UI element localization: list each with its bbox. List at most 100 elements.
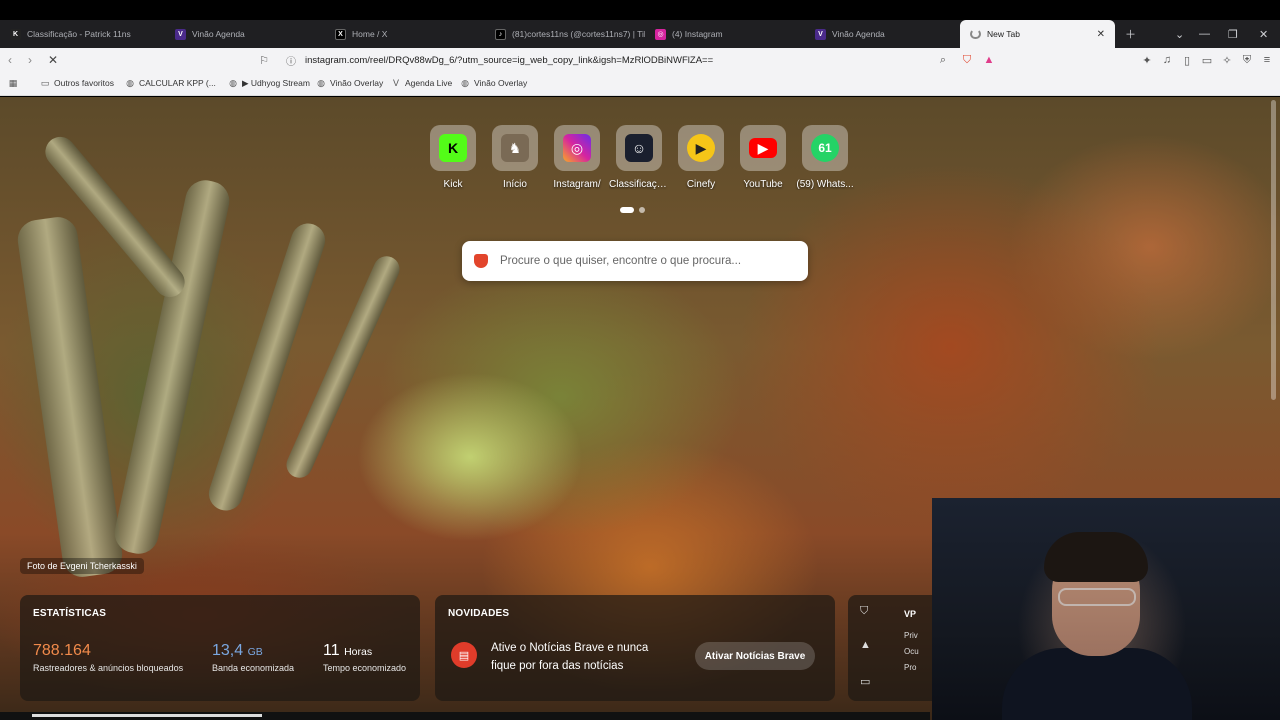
- top-site-cinefy[interactable]: ▶ Cinefy: [678, 125, 724, 190]
- sidebar-icon[interactable]: ▯: [1180, 53, 1194, 67]
- bookmark-icon[interactable]: ⚐: [257, 53, 271, 67]
- talk-icon[interactable]: ▭: [860, 675, 870, 688]
- screen-top-border: [0, 0, 1280, 20]
- bandwidth-value: 13,4: [212, 642, 244, 659]
- tab-strip: K Classificação - Patrick 11ns V Vinão A…: [0, 20, 1280, 48]
- globe-icon: ◍: [461, 77, 469, 88]
- stop-icon[interactable]: ✕: [48, 53, 58, 67]
- stat-bandwidth: 13,4 GB Banda economizada: [212, 642, 294, 673]
- top-site-whatsapp[interactable]: 61 (59) Whats...: [796, 125, 854, 190]
- bookmark-label: ▶ Udhyog Stream: [242, 78, 310, 88]
- tab-tiktok[interactable]: ♪ (81)cortes11ns (@cortes11ns7) | Tik: [485, 20, 645, 48]
- tab-title: Vinão Agenda: [192, 29, 245, 39]
- tiktok-icon: ♪: [495, 28, 506, 40]
- news-card: NOVIDADES ▤ Ative o Notícias Brave e nun…: [435, 595, 835, 701]
- bookmark-label: CALCULAR KPP (...: [139, 78, 216, 88]
- vpn-item: Pro: [904, 663, 917, 672]
- bookmark-calcular-kpp[interactable]: ◍ CALCULAR KPP (...: [125, 77, 216, 89]
- news-text: Ative o Notícias Brave e nunca fique por…: [491, 642, 649, 672]
- pager-dot[interactable]: [639, 207, 645, 213]
- top-site-label: Cinefy: [686, 179, 716, 190]
- vpn-label: VP: [904, 609, 917, 619]
- bookmark-label: Vinão Overlay: [474, 78, 528, 88]
- top-site-label: Instagram/: [553, 179, 601, 190]
- bookmark-label: Agenda Live: [405, 78, 453, 88]
- url-text[interactable]: instagram.com/reel/DRQv88wDg_6/?utm_sour…: [305, 55, 713, 66]
- tab-vinao-agenda[interactable]: V Vinão Agenda: [165, 20, 330, 48]
- vpn-item: Ocu: [904, 647, 919, 656]
- restore-button[interactable]: ❐: [1228, 20, 1238, 48]
- forward-icon[interactable]: ›: [28, 53, 32, 67]
- youtube-icon: ▶: [749, 138, 777, 158]
- extensions-icon[interactable]: ✦: [1140, 53, 1154, 67]
- top-site-kick[interactable]: K Kick: [430, 125, 476, 190]
- tab-title: (4) Instagram: [672, 29, 723, 39]
- kick-icon: K: [439, 134, 467, 162]
- person-hair: [1044, 532, 1148, 582]
- minimize-button[interactable]: —: [1199, 20, 1210, 48]
- vpn-icon[interactable]: ⛨: [1240, 53, 1254, 67]
- search-placeholder: Procure o que quiser, encontre o que pro…: [500, 255, 742, 267]
- search-box[interactable]: Procure o que quiser, encontre o que pro…: [462, 241, 808, 281]
- top-site-classificacao[interactable]: ☺ Classificaçã...: [609, 125, 669, 190]
- globe-icon: ◍: [229, 78, 237, 88]
- person-glasses: [1058, 588, 1136, 606]
- tab-search-chevron-icon[interactable]: ⌄: [1175, 20, 1184, 48]
- tab-title: New Tab: [987, 29, 1020, 39]
- top-site-label: (59) Whats...: [796, 179, 854, 190]
- vpn-item: Priv: [904, 631, 918, 640]
- wallet-icon[interactable]: ▭: [1200, 53, 1214, 67]
- bookmarks-bar: ▦ ▭ Outros favoritos ◍ CALCULAR KPP (... ◍…: [0, 74, 1280, 96]
- bookmark-label: Vinão Overlay: [330, 78, 384, 88]
- brave-shields-icon[interactable]: ⛉: [960, 53, 974, 67]
- brave-rewards-icon[interactable]: ▲: [982, 53, 996, 67]
- back-icon[interactable]: ‹: [8, 53, 12, 67]
- tab-classificacao[interactable]: K Classificação - Patrick 11ns: [0, 20, 165, 48]
- time-value: 11: [323, 642, 340, 659]
- top-site-label: Classificaçã...: [609, 179, 669, 190]
- media-icon[interactable]: ♫: [1160, 53, 1174, 67]
- rewards-icon[interactable]: ▲: [860, 639, 871, 651]
- tab-home-x[interactable]: X Home / X: [325, 20, 485, 48]
- person-torso: [1002, 648, 1192, 720]
- site-info-icon[interactable]: ⓘ: [284, 53, 298, 68]
- globe-icon: ◍: [126, 77, 134, 88]
- bookmark-vinao-overlay-2[interactable]: ◍ Vinão Overlay: [460, 77, 528, 89]
- bookmark-udhyog-stream[interactable]: ◍ ▶ Udhyog Stream: [228, 78, 310, 89]
- cinefy-icon: ▶: [687, 134, 715, 162]
- vinao-icon: V: [815, 28, 826, 40]
- pager-dot-active[interactable]: [620, 207, 634, 213]
- page-scrollbar[interactable]: [1271, 100, 1276, 400]
- shield-icon[interactable]: ⛉: [860, 605, 868, 618]
- tab-vinao-agenda-2[interactable]: V Vinão Agenda: [805, 20, 960, 48]
- time-unit: Horas: [344, 646, 373, 658]
- whatsapp-icon: 61: [811, 134, 839, 162]
- window-close-button[interactable]: ✕: [1259, 20, 1268, 48]
- bookmark-outros-favoritos[interactable]: ▭ Outros favoritos: [40, 78, 114, 89]
- zoom-icon[interactable]: ⌕: [936, 53, 950, 67]
- activate-news-button[interactable]: Ativar Notícias Brave: [695, 642, 815, 670]
- address-toolbar: ‹ › ✕ ⚐ ⓘ instagram.com/reel/DRQv88wDg_6…: [0, 48, 1280, 74]
- webcam-overlay: [932, 498, 1280, 720]
- top-site-inicio[interactable]: ♞ Início: [492, 125, 538, 190]
- x-icon: X: [335, 28, 346, 40]
- top-site-instagram[interactable]: ◎ Instagram/: [553, 125, 601, 190]
- tab-new-tab[interactable]: New Tab ✕: [960, 20, 1115, 48]
- vinao-icon: V: [392, 78, 399, 88]
- tab-instagram[interactable]: ◎ (4) Instagram: [645, 20, 805, 48]
- top-site-youtube[interactable]: ▶ YouTube: [740, 125, 786, 190]
- brave-logo-icon: [474, 254, 488, 268]
- menu-icon[interactable]: ≡: [1260, 53, 1274, 67]
- top-site-label: Kick: [443, 179, 463, 190]
- photo-credit[interactable]: Foto de Evgeni Tcherkasski: [20, 558, 144, 574]
- leo-icon[interactable]: ✧: [1220, 53, 1234, 67]
- close-icon[interactable]: ✕: [1097, 29, 1105, 40]
- news-icon: ▤: [451, 642, 477, 668]
- lion-avatar-icon: ♞: [501, 134, 529, 162]
- bookmark-agenda-live[interactable]: V Agenda Live: [391, 78, 452, 88]
- bookmark-vinao-overlay[interactable]: ◍ Vinão Overlay: [316, 78, 384, 89]
- apps-grid-icon[interactable]: ▦: [8, 78, 18, 88]
- new-tab-button[interactable]: ＋: [1125, 20, 1136, 48]
- loading-icon: [970, 29, 981, 39]
- trackers-desc: Rastreadores & anúncios bloqueados: [33, 663, 184, 673]
